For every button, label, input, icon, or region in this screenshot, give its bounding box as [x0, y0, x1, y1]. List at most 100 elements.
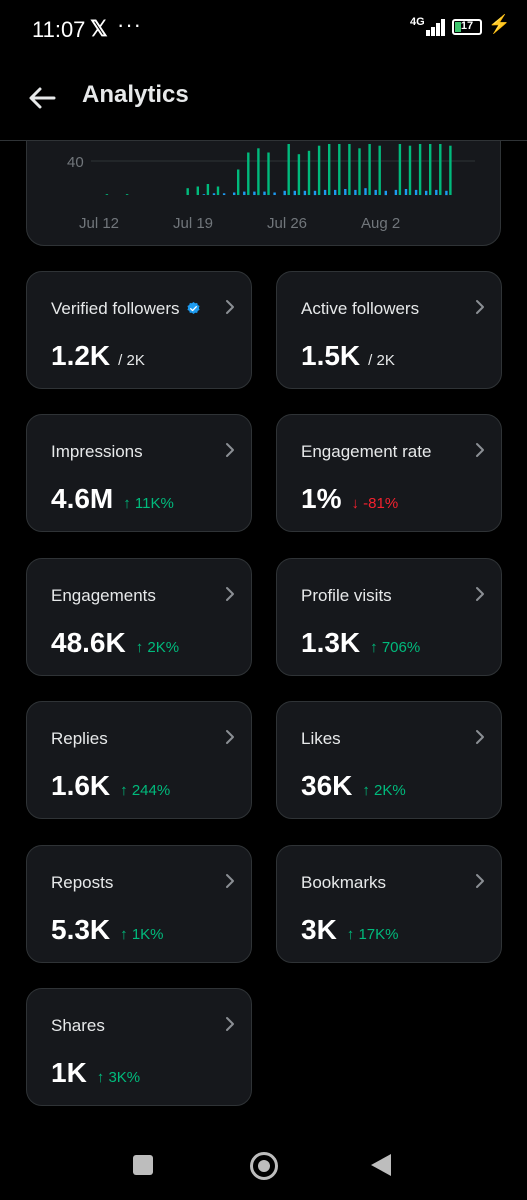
status-time: 11:07	[32, 17, 86, 42]
stat-label: Engagements	[51, 586, 156, 606]
stat-value-row: 1.6K ↑ 244%	[51, 770, 170, 802]
stat-label: Engagement rate	[301, 442, 431, 462]
stat-label-text: Impressions	[51, 442, 143, 461]
stat-label: Profile visits	[301, 586, 392, 606]
bar-engagements	[243, 191, 246, 195]
bar-impressions	[125, 194, 129, 195]
bar-engagements	[293, 190, 296, 196]
chevron-right-icon	[226, 300, 234, 314]
chevron-right-icon	[226, 874, 234, 888]
stat-label-text: Active followers	[301, 299, 420, 318]
stat-change: ↑ 3K%	[96, 1069, 141, 1086]
bar-engagements	[263, 191, 266, 195]
stat-label: Likes	[301, 729, 341, 749]
stat-value-row: 3K ↑ 17K%	[301, 914, 399, 946]
chevron-right-icon	[476, 300, 484, 314]
more-notifications-icon: ···	[117, 12, 142, 37]
stat-card-active-followers[interactable]: Active followers 1.5K / 2K	[276, 271, 502, 389]
battery-icon: 17	[452, 19, 482, 35]
bar-impressions	[297, 154, 301, 195]
bar-engagements	[384, 190, 387, 196]
stat-label: Shares	[51, 1016, 105, 1036]
bar-impressions	[206, 184, 210, 195]
stat-change: ↑ 1K%	[120, 926, 164, 943]
home-icon[interactable]	[250, 1152, 278, 1180]
x-tick-label: Aug 2	[361, 215, 400, 232]
stat-total: / 2K	[368, 352, 395, 369]
bar-engagements	[374, 189, 377, 195]
stat-value: 36K	[301, 770, 353, 801]
stat-card-verified-followers[interactable]: Verified followers 1.2K / 2K	[26, 271, 252, 389]
bar-impressions	[439, 144, 442, 195]
bar-engagements	[364, 188, 367, 195]
bar-engagements	[323, 189, 327, 195]
bar-engagements	[334, 189, 337, 195]
bar-impressions	[287, 144, 290, 195]
stat-change: ↑ 2K%	[362, 782, 406, 799]
stat-value: 1.2K	[51, 340, 111, 371]
bar-impressions	[418, 144, 422, 195]
x-tick-label: Jul 26	[267, 215, 307, 232]
stat-label: Verified followers	[51, 299, 201, 319]
stat-label-text: Shares	[51, 1016, 105, 1035]
bar-impressions	[429, 144, 432, 195]
stat-change: ↑ 17K%	[346, 926, 399, 943]
bar-engagements	[414, 189, 418, 195]
bar-impressions	[267, 152, 270, 195]
bar-engagements	[212, 193, 216, 195]
stat-value: 3K	[301, 914, 337, 945]
stat-card-likes[interactable]: Likes 36K ↑ 2K%	[276, 701, 502, 819]
stat-card-bookmarks[interactable]: Bookmarks 3K ↑ 17K%	[276, 845, 502, 963]
bar-engagements	[283, 190, 286, 196]
stat-label-text: Verified followers	[51, 299, 180, 318]
stat-card-impressions[interactable]: Impressions 4.6M ↑ 11K%	[26, 414, 252, 532]
bar-impressions	[328, 144, 331, 195]
stat-change: ↑ 11K%	[123, 495, 174, 512]
stat-value-row: 36K ↑ 2K%	[301, 770, 406, 802]
bar-impressions	[408, 145, 412, 195]
stat-value-row: 1.5K / 2K	[301, 340, 395, 372]
bar-impressions	[247, 152, 250, 195]
chevron-right-icon	[476, 730, 484, 744]
back-nav-icon[interactable]	[371, 1154, 391, 1176]
bar-engagements	[202, 194, 206, 195]
bar-engagements	[233, 192, 236, 195]
stat-value: 4.6M	[51, 483, 114, 514]
chevron-right-icon	[226, 730, 234, 744]
stat-card-shares[interactable]: Shares 1K ↑ 3K%	[26, 988, 252, 1106]
chevron-right-icon	[476, 874, 484, 888]
chevron-right-icon	[226, 1017, 234, 1031]
bar-engagements	[303, 190, 307, 196]
stat-card-engagement-rate[interactable]: Engagement rate 1% ↓ -81%	[276, 414, 502, 532]
back-arrow-icon[interactable]	[26, 82, 58, 114]
battery-level: 17	[460, 20, 474, 32]
stat-value: 48.6K	[51, 627, 126, 658]
verified-badge-icon	[186, 301, 200, 314]
stat-label-text: Replies	[51, 729, 108, 748]
stat-label: Replies	[51, 729, 108, 749]
bar-impressions	[368, 144, 371, 195]
stat-label-text: Reposts	[51, 873, 114, 892]
bar-impressions	[237, 169, 240, 195]
bar-engagements	[313, 190, 317, 196]
stat-value-row: 1% ↓ -81%	[301, 483, 398, 515]
stat-value: 1.5K	[301, 340, 361, 371]
stat-change: ↑ 706%	[370, 639, 421, 656]
stat-label: Active followers	[301, 299, 419, 319]
bar-engagements	[425, 190, 428, 196]
stat-card-replies[interactable]: Replies 1.6K ↑ 244%	[26, 701, 252, 819]
stat-label-text: Likes	[301, 729, 341, 748]
stat-card-engagements[interactable]: Engagements 48.6K ↑ 2K%	[26, 558, 252, 676]
stat-value: 5.3K	[51, 914, 111, 945]
recent-apps-icon[interactable]	[133, 1155, 153, 1175]
stat-value-row: 48.6K ↑ 2K%	[51, 627, 179, 659]
bar-engagements	[222, 193, 226, 195]
stat-card-reposts[interactable]: Reposts 5.3K ↑ 1K%	[26, 845, 252, 963]
stat-change: ↓ -81%	[351, 495, 399, 512]
x-tick-label: Jul 12	[79, 215, 119, 232]
stat-card-profile-visits[interactable]: Profile visits 1.3K ↑ 706%	[276, 558, 502, 676]
x-tick-label: Jul 19	[173, 215, 213, 232]
y-tick-label: 40	[67, 154, 84, 171]
stat-value: 1.6K	[51, 770, 111, 801]
stat-label-text: Bookmarks	[301, 873, 387, 892]
